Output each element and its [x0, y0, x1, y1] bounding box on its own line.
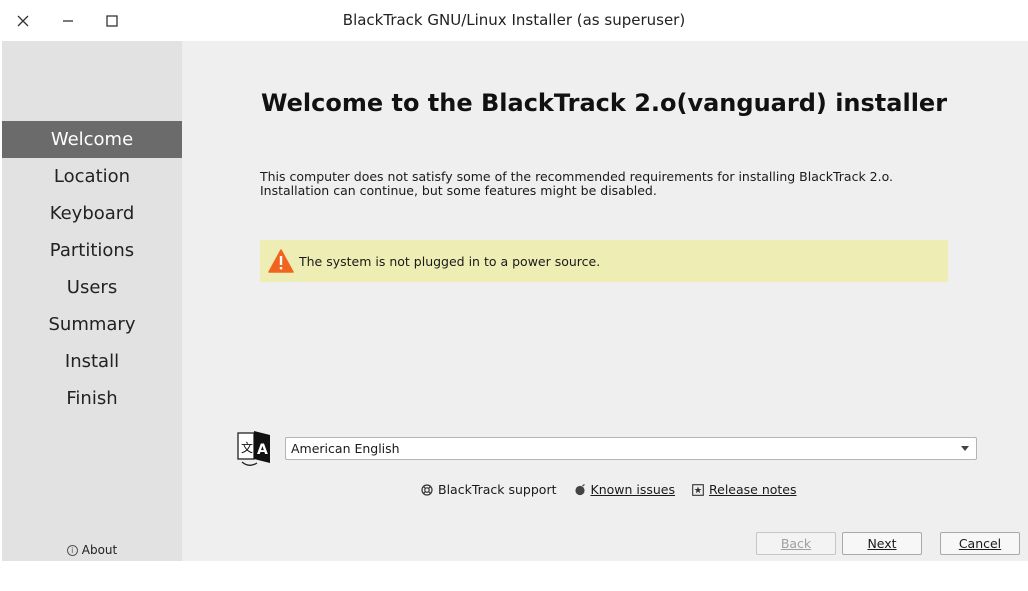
- about-label: About: [81, 543, 118, 557]
- requirements-line-2: Installation can continue, but some feat…: [260, 183, 657, 198]
- known-issues-label: Known issues: [590, 482, 676, 497]
- support-icon: [421, 483, 433, 496]
- cancel-button-label: Cancel: [958, 536, 1002, 551]
- help-links: BlackTrack support Known issues Release …: [421, 482, 797, 497]
- requirements-text: This computer does not satisfy some of t…: [260, 170, 893, 198]
- support-link-label: BlackTrack support: [438, 482, 557, 497]
- window-title: BlackTrack GNU/Linux Installer (as super…: [342, 11, 686, 29]
- cancel-button[interactable]: Cancel: [940, 532, 1020, 555]
- svg-text:文: 文: [241, 440, 253, 455]
- main-content: Welcome to the BlackTrack 2.o(vanguard) …: [182, 41, 1028, 561]
- sidebar-item-welcome[interactable]: Welcome: [2, 121, 182, 158]
- svg-text:A: A: [257, 442, 268, 458]
- back-button[interactable]: Back: [756, 532, 836, 555]
- sidebar-item-install[interactable]: Install: [2, 343, 182, 380]
- language-select[interactable]: American English: [285, 437, 977, 460]
- release-notes-icon: [692, 483, 704, 496]
- next-button-label: Next: [867, 536, 897, 551]
- sidebar: Welcome Location Keyboard Partitions Use…: [2, 41, 182, 561]
- warning-text: The system is not plugged in to a power …: [299, 253, 601, 269]
- sidebar-item-partitions[interactable]: Partitions: [2, 232, 182, 269]
- known-issues-icon: [574, 483, 585, 495]
- about-button[interactable]: i About: [2, 541, 182, 559]
- known-issues-link[interactable]: Known issues: [574, 482, 676, 497]
- sidebar-item-summary[interactable]: Summary: [2, 306, 182, 343]
- release-notes-label: Release notes: [709, 482, 797, 497]
- chevron-down-icon: [961, 446, 969, 451]
- info-icon: i: [66, 544, 78, 556]
- sidebar-item-location[interactable]: Location: [2, 158, 182, 195]
- sidebar-item-keyboard[interactable]: Keyboard: [2, 195, 182, 232]
- installer-window: BlackTrack GNU/Linux Installer (as super…: [0, 0, 1028, 591]
- back-button-label: Back: [780, 536, 812, 551]
- release-notes-link[interactable]: Release notes: [692, 482, 797, 497]
- language-select-value: American English: [291, 441, 400, 456]
- power-warning-banner: The system is not plugged in to a power …: [260, 240, 948, 282]
- next-button[interactable]: Next: [842, 532, 922, 555]
- requirements-line-1: This computer does not satisfy some of t…: [260, 169, 893, 184]
- warning-icon: [268, 249, 294, 273]
- support-link[interactable]: BlackTrack support: [421, 482, 557, 497]
- title-bar: BlackTrack GNU/Linux Installer (as super…: [0, 0, 1028, 41]
- language-icon: 文 A: [237, 431, 270, 466]
- sidebar-item-finish[interactable]: Finish: [2, 380, 182, 417]
- sidebar-item-users[interactable]: Users: [2, 269, 182, 306]
- page-title: Welcome to the BlackTrack 2.o(vanguard) …: [261, 89, 948, 117]
